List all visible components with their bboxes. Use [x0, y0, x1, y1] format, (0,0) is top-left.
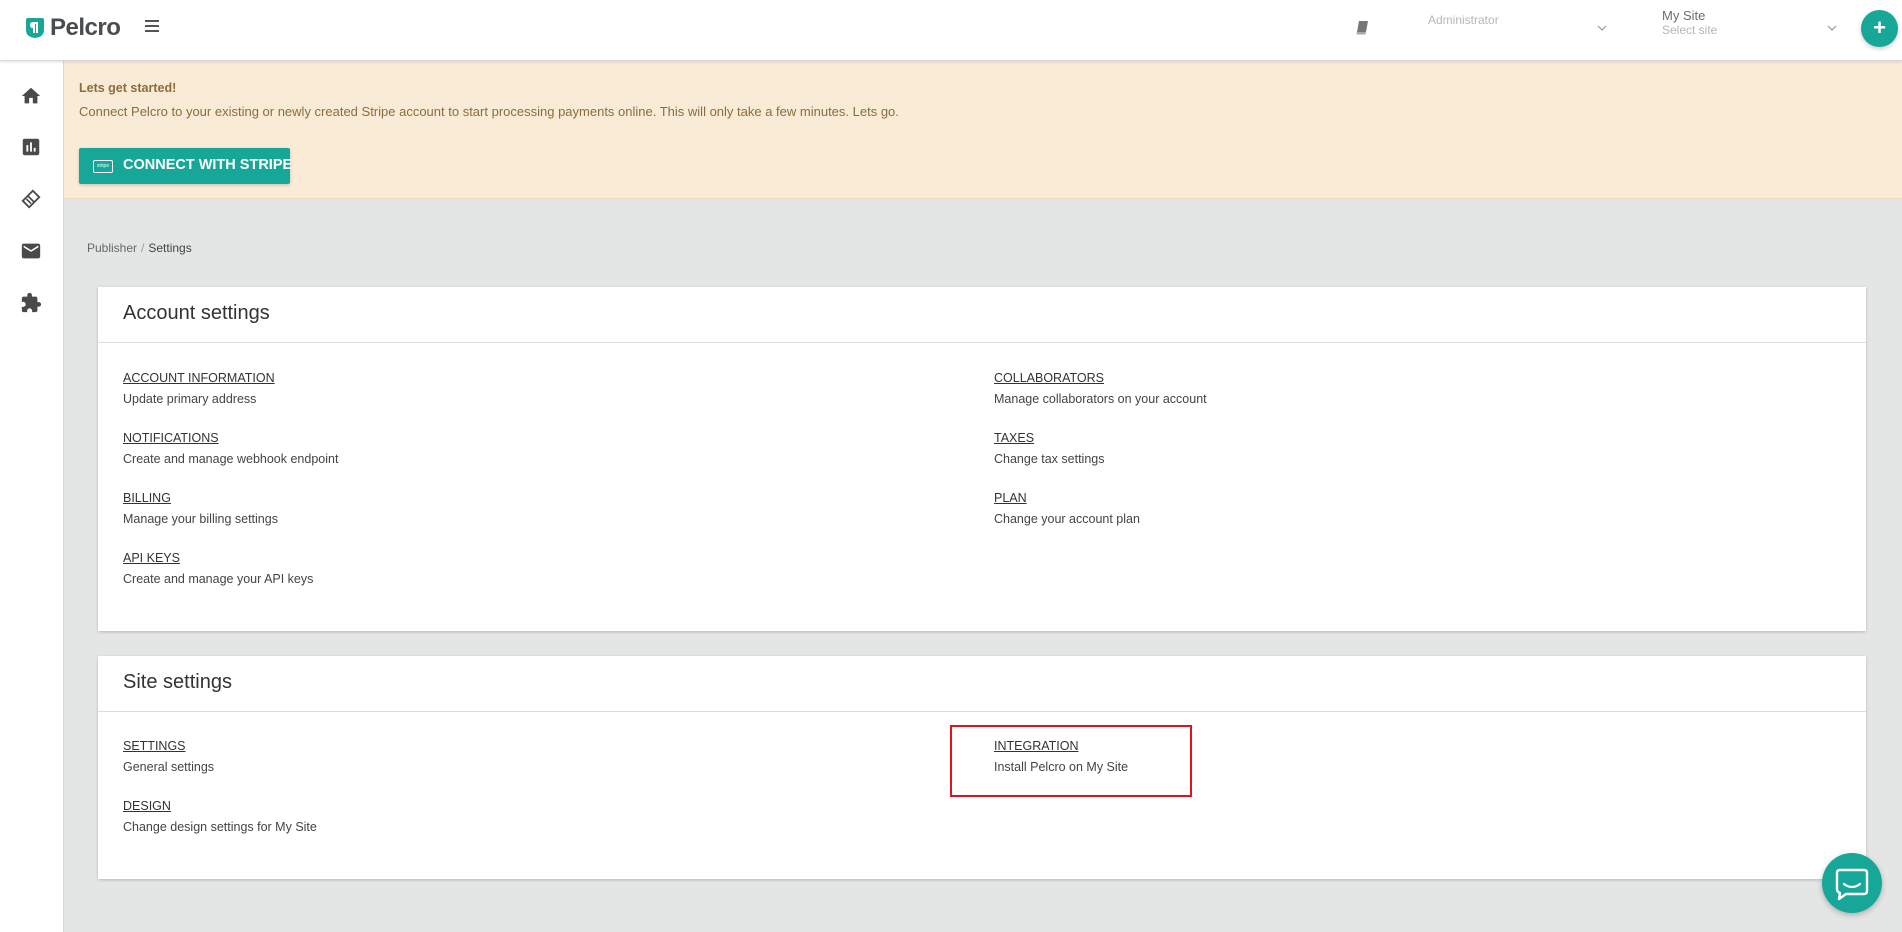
settings-entry: SETTINGS General settings	[123, 739, 214, 774]
stripe-connect-banner: Lets get started! Connect Pelcro to your…	[64, 61, 1902, 199]
integration-desc: Install Pelcro on My Site	[994, 760, 1129, 774]
integration-entry: INTEGRATION Install Pelcro on My Site	[994, 739, 1128, 774]
billing-link[interactable]: BILLING	[123, 491, 278, 505]
site-select-label: My Site	[1662, 8, 1706, 23]
breadcrumb-current: Settings	[148, 241, 192, 255]
menu-toggle-button[interactable]	[145, 20, 159, 34]
settings-link[interactable]: SETTINGS	[123, 739, 214, 753]
logo-text: Pelcro	[50, 14, 121, 41]
chat-launcher-button[interactable]	[1822, 853, 1882, 913]
connect-with-stripe-label: CONNECT WITH STRIPE	[123, 157, 293, 173]
chevron-down-icon	[1597, 25, 1607, 31]
plan-desc: Change your account plan	[994, 512, 1140, 526]
role-select-value: Administrator	[1428, 13, 1499, 27]
plan-link[interactable]: PLAN	[994, 491, 1140, 505]
site-settings-title: Site settings	[123, 671, 232, 693]
site-settings-header: Site settings	[98, 656, 1866, 712]
banner-text: Connect Pelcro to your existing or newly…	[79, 104, 899, 119]
home-icon[interactable]	[20, 85, 42, 107]
account-settings-header: Account settings	[98, 287, 1866, 343]
design-link[interactable]: DESIGN	[123, 799, 317, 813]
breadcrumb: Publisher / Settings	[87, 241, 192, 255]
settings-desc: General settings	[123, 760, 215, 774]
design-desc: Change design settings for My Site	[123, 820, 317, 834]
sidebar	[0, 61, 64, 932]
notifications-entry: NOTIFICATIONS Create and manage webhook …	[123, 431, 338, 466]
book-icon[interactable]	[1356, 20, 1370, 36]
design-entry: DESIGN Change design settings for My Sit…	[123, 799, 317, 834]
notifications-desc: Create and manage webhook endpoint	[123, 452, 339, 466]
puzzle-icon[interactable]	[20, 292, 42, 314]
collaborators-link[interactable]: COLLABORATORS	[994, 371, 1207, 385]
chat-icon	[1835, 868, 1869, 901]
api-keys-link[interactable]: API KEYS	[123, 551, 313, 565]
breadcrumb-separator: /	[141, 241, 145, 255]
site-settings-card: Site settings SETTINGS General settings …	[98, 656, 1866, 879]
account-information-link[interactable]: ACCOUNT INFORMATION	[123, 371, 275, 385]
site-select[interactable]: My Site Select site	[1662, 8, 1838, 42]
plan-entry: PLAN Change your account plan	[994, 491, 1140, 526]
mail-icon[interactable]	[20, 240, 42, 262]
banner-title: Lets get started!	[79, 81, 177, 95]
account-information-desc: Update primary address	[123, 392, 257, 406]
chevron-down-icon	[1827, 25, 1837, 31]
site-select-placeholder: Select site	[1662, 23, 1718, 37]
taxes-desc: Change tax settings	[994, 452, 1105, 466]
ticket-icon[interactable]	[20, 188, 42, 210]
chart-icon[interactable]	[20, 136, 42, 158]
top-bar: Pelcro Administrator My Site Select site…	[0, 0, 1902, 61]
collaborators-entry: COLLABORATORS Manage collaborators on yo…	[994, 371, 1207, 406]
pelcro-logo-icon	[26, 18, 44, 38]
taxes-entry: TAXES Change tax settings	[994, 431, 1105, 466]
account-information-entry: ACCOUNT INFORMATION Update primary addre…	[123, 371, 275, 406]
account-settings-title: Account settings	[123, 302, 270, 324]
account-settings-card: Account settings ACCOUNT INFORMATION Upd…	[98, 287, 1866, 631]
taxes-link[interactable]: TAXES	[994, 431, 1105, 445]
role-select[interactable]: Administrator	[1428, 10, 1607, 44]
collaborators-desc: Manage collaborators on your account	[994, 392, 1207, 406]
billing-desc: Manage your billing settings	[123, 512, 278, 526]
add-button[interactable]: +	[1861, 10, 1898, 47]
billing-entry: BILLING Manage your billing settings	[123, 491, 278, 526]
api-keys-entry: API KEYS Create and manage your API keys	[123, 551, 313, 586]
connect-with-stripe-button[interactable]: stripe CONNECT WITH STRIPE	[79, 148, 293, 184]
integration-link[interactable]: INTEGRATION	[994, 739, 1128, 753]
pelcro-logo[interactable]: Pelcro	[25, 13, 121, 43]
stripe-icon: stripe	[93, 160, 113, 173]
api-keys-desc: Create and manage your API keys	[123, 572, 314, 586]
notifications-link[interactable]: NOTIFICATIONS	[123, 431, 338, 445]
breadcrumb-publisher[interactable]: Publisher	[87, 241, 137, 255]
